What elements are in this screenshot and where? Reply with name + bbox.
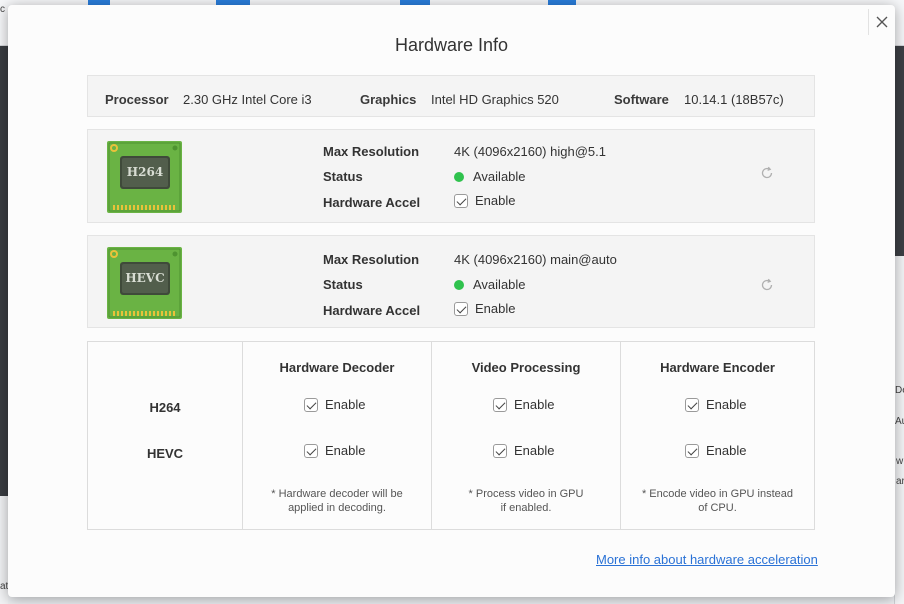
processor-label: Processor (105, 92, 169, 107)
note-line: if enabled. (500, 502, 552, 514)
capability-table: Hardware Decoder Video Processing Hardwa… (87, 341, 815, 530)
note-line: applied in decoding. (288, 502, 386, 514)
background-text-fragment: De (895, 385, 904, 396)
hevc-encoder-checkbox[interactable] (685, 443, 699, 458)
h264-processing-checkbox-row[interactable]: Enable (493, 397, 554, 412)
h264-encoder-checkbox-row[interactable]: Enable (685, 397, 746, 412)
background-text-fragment: Au (895, 416, 904, 427)
processing-note: * Process video in GPU if enabled. (432, 487, 620, 515)
status-label: Status (323, 277, 363, 292)
hardware-accel-checkbox-row[interactable]: Enable (454, 301, 515, 316)
status-value-row: Available (454, 277, 526, 292)
max-resolution-value: 4K (4096x2160) main@auto (454, 252, 617, 267)
note-line: * Process video in GPU (468, 488, 584, 500)
status-value: Available (473, 277, 526, 292)
graphics-label: Graphics (360, 92, 417, 107)
chip-label: HEVC (125, 271, 164, 285)
software-label: Software (614, 92, 669, 107)
hardware-accel-label: Hardware Accel (323, 195, 421, 210)
background-text-fragment: w (896, 456, 904, 467)
checkbox-label: Enable (325, 397, 366, 412)
hardware-info-dialog: Hardware Info Processor 2.30 GHz Intel C… (8, 5, 895, 597)
status-dot-icon (454, 279, 464, 290)
graphics-value: Intel HD Graphics 520 (431, 92, 559, 107)
hardware-accel-checkbox[interactable] (454, 301, 468, 316)
background-right-dark-strip (894, 46, 904, 256)
column-header-hardware-decoder: Hardware Decoder (279, 360, 395, 375)
background-text-fragment: c (0, 4, 5, 15)
checkbox-label: Enable (475, 301, 516, 316)
status-value-row: Available (454, 169, 526, 184)
close-button[interactable] (868, 9, 894, 35)
note-line: of CPU. (698, 502, 737, 514)
refresh-icon[interactable] (760, 278, 774, 292)
decoder-note: * Hardware decoder will be applied in de… (243, 487, 431, 515)
background-text-fragment: ar (896, 476, 904, 487)
hevc-decoder-checkbox[interactable] (304, 443, 318, 458)
hardware-accel-checkbox[interactable] (454, 193, 468, 208)
close-icon (876, 16, 887, 28)
checkbox-label: Enable (706, 397, 747, 412)
refresh-icon[interactable] (760, 166, 774, 180)
hardware-accel-checkbox-row[interactable]: Enable (454, 193, 515, 208)
checkbox-label: Enable (325, 443, 366, 458)
status-value: Available (473, 169, 526, 184)
hevc-decoder-checkbox-row[interactable]: Enable (304, 443, 365, 458)
max-resolution-label: Max Resolution (323, 144, 420, 159)
checkbox-label: Enable (514, 443, 555, 458)
encoder-note: * Encode video in GPU instead of CPU. (621, 487, 814, 515)
max-resolution-value: 4K (4096x2160) high@5.1 (454, 144, 606, 159)
chip-label: H264 (127, 165, 163, 179)
status-dot-icon (454, 171, 464, 182)
system-info-bar: Processor 2.30 GHz Intel Core i3 Graphic… (87, 75, 815, 117)
more-info-link[interactable]: More info about hardware acceleration (596, 552, 818, 567)
dialog-title: Hardware Info (394, 35, 509, 55)
hardware-accel-label: Hardware Accel (323, 303, 421, 318)
max-resolution-label: Max Resolution (323, 252, 420, 267)
h264-decoder-checkbox[interactable] (304, 397, 318, 412)
h264-processing-checkbox[interactable] (493, 397, 507, 412)
hevc-processing-checkbox-row[interactable]: Enable (493, 443, 554, 458)
checkbox-label: Enable (475, 193, 516, 208)
hevc-processing-checkbox[interactable] (493, 443, 507, 458)
hevc-encoder-checkbox-row[interactable]: Enable (685, 443, 746, 458)
h264-decoder-checkbox-row[interactable]: Enable (304, 397, 365, 412)
note-line: * Hardware decoder will be (271, 488, 403, 500)
software-value: 10.14.1 (18B57c) (684, 92, 784, 107)
background-left-panel (0, 46, 8, 496)
row-header-h264: H264 (149, 400, 181, 415)
checkbox-label: Enable (514, 397, 555, 412)
chip-icon: HEVC (107, 247, 182, 319)
codec-panel-h264: H264 Max Resolution 4K (4096x2160) high@… (87, 129, 815, 223)
chip-icon: H264 (107, 141, 182, 213)
note-line: * Encode video in GPU instead (641, 488, 794, 500)
column-header-video-processing: Video Processing (471, 360, 581, 375)
status-label: Status (323, 169, 363, 184)
processor-value: 2.30 GHz Intel Core i3 (183, 92, 312, 107)
row-header-hevc: HEVC (146, 446, 184, 461)
column-header-hardware-encoder: Hardware Encoder (660, 360, 775, 375)
codec-panel-hevc: HEVC Max Resolution 4K (4096x2160) main@… (87, 235, 815, 328)
h264-encoder-checkbox[interactable] (685, 397, 699, 412)
checkbox-label: Enable (706, 443, 747, 458)
